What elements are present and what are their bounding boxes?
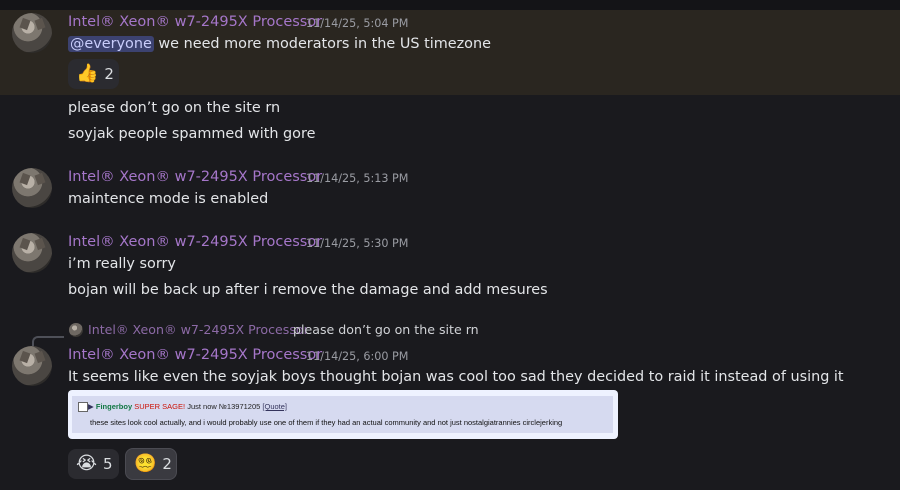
- arrow-icon: ▶: [88, 402, 94, 411]
- reaction-sob[interactable]: 😭 5: [68, 449, 119, 479]
- reply-avatar: [69, 323, 83, 337]
- author-name[interactable]: Intel® Xeon® w7-2495X Processor: [68, 347, 322, 363]
- reply-preview[interactable]: please don’t go on the site rn: [293, 322, 479, 337]
- sob-icon: 😭: [76, 453, 98, 474]
- dizzy-face-icon: 😵‍💫: [134, 453, 157, 474]
- message-body: we need more moderators in the US timezo…: [153, 36, 491, 52]
- avatar[interactable]: [12, 346, 52, 386]
- avatar[interactable]: [12, 13, 52, 53]
- thumbs-up-icon: 👍: [76, 63, 99, 84]
- post-header: ▶ Fingerboy SUPER SAGE! Just now №139712…: [88, 402, 287, 411]
- post-time: Just now: [187, 402, 217, 411]
- avatar[interactable]: [12, 233, 52, 273]
- author-name[interactable]: Intel® Xeon® w7-2495X Processor: [68, 14, 322, 30]
- message-mention: Intel® Xeon® w7-2495X Processor 11/14/25…: [0, 10, 900, 95]
- avatar[interactable]: [12, 168, 52, 208]
- reaction-count: 2: [162, 455, 172, 473]
- poster-name: Fingerboy: [95, 402, 133, 411]
- post-body: these sites look cool actually, and i wo…: [90, 418, 563, 427]
- message-text: i’m really sorry: [68, 256, 176, 272]
- everyone-mention[interactable]: @everyone: [68, 36, 154, 52]
- message-text: please don’t go on the site rn: [68, 100, 281, 116]
- timestamp: 11/14/25, 6:00 PM: [306, 350, 409, 363]
- author-name[interactable]: Intel® Xeon® w7-2495X Processor: [68, 234, 322, 250]
- quote-link: [Quote]: [262, 402, 288, 411]
- image-attachment[interactable]: ▶ Fingerboy SUPER SAGE! Just now №139712…: [68, 390, 618, 439]
- message-text: maintence mode is enabled: [68, 191, 269, 207]
- post-number: №13971205: [218, 402, 261, 411]
- message-text: @everyone we need more moderators in the…: [68, 36, 491, 52]
- message-text: soyjak people spammed with gore: [68, 126, 316, 142]
- reaction-count: 5: [103, 455, 113, 473]
- timestamp: 11/14/25, 5:04 PM: [306, 17, 409, 30]
- message-text: bojan will be back up after i remove the…: [68, 282, 548, 298]
- timestamp: 11/14/25, 5:13 PM: [306, 172, 409, 185]
- timestamp: 11/14/25, 5:30 PM: [306, 237, 409, 250]
- reaction-dizzy-face[interactable]: 😵‍💫 2: [125, 448, 177, 480]
- reaction-count: 2: [104, 65, 114, 83]
- top-strip: [0, 0, 900, 10]
- sage-label: SUPER SAGE!: [134, 402, 186, 411]
- author-name[interactable]: Intel® Xeon® w7-2495X Processor: [68, 169, 322, 185]
- reply-author[interactable]: Intel® Xeon® w7-2495X Processor: [88, 322, 309, 337]
- message-text: It seems like even the soyjak boys thoug…: [68, 369, 844, 385]
- post-container: ▶ Fingerboy SUPER SAGE! Just now №139712…: [72, 396, 613, 433]
- post-checkbox: [78, 402, 88, 412]
- reaction-thumbs-up[interactable]: 👍 2: [68, 59, 119, 89]
